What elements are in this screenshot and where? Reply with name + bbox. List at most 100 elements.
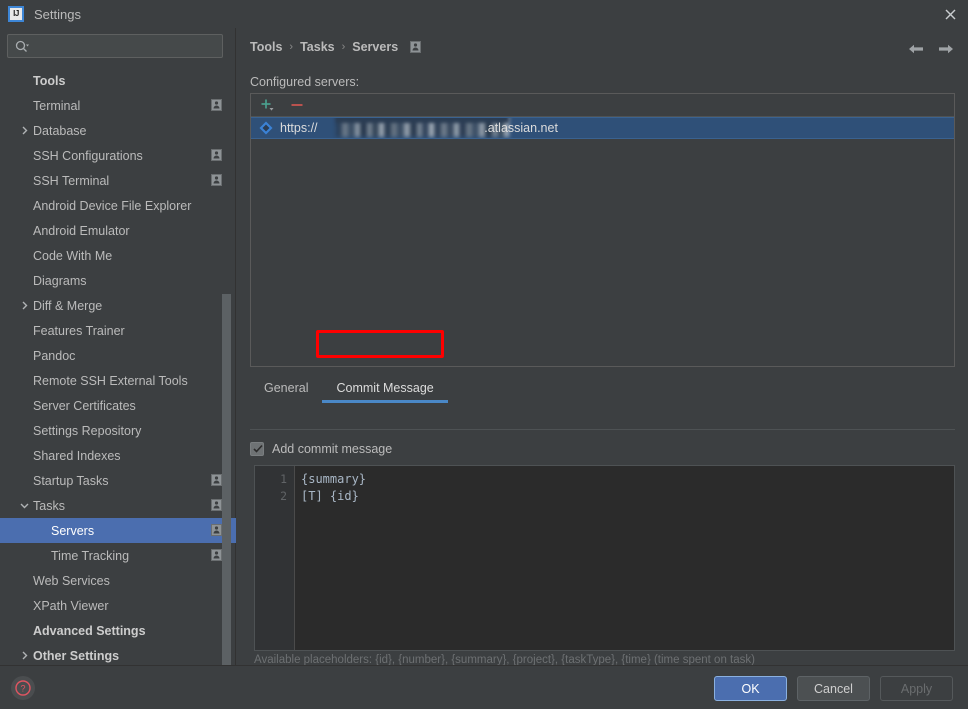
sidebar-item-settings-repository[interactable]: Settings Repository bbox=[0, 418, 236, 443]
sidebar-item-label: Other Settings bbox=[33, 648, 120, 663]
server-url-suffix: .atlassian.net bbox=[484, 121, 558, 135]
sidebar-item-startup-tasks[interactable]: Startup Tasks bbox=[0, 468, 236, 493]
tab-commit-message-label: Commit Message bbox=[336, 381, 434, 395]
add-commit-message-checkbox[interactable] bbox=[250, 442, 264, 456]
add-commit-message-label: Add commit message bbox=[272, 442, 393, 456]
sidebar-item-remote-ssh-external-tools[interactable]: Remote SSH External Tools bbox=[0, 368, 236, 393]
tab-commit-message[interactable]: Commit Message bbox=[322, 375, 448, 403]
project-settings-badge-icon bbox=[410, 41, 422, 53]
chevron-right-icon[interactable] bbox=[18, 124, 31, 137]
sidebar-item-pandoc[interactable]: Pandoc bbox=[0, 343, 236, 368]
sidebar-item-tasks[interactable]: Tasks bbox=[0, 493, 236, 518]
sidebar-item-label: Server Certificates bbox=[33, 398, 136, 413]
chevron-right-icon[interactable] bbox=[18, 649, 31, 662]
sidebar-item-web-services[interactable]: Web Services bbox=[0, 568, 236, 593]
breadcrumb-item-tools[interactable]: Tools bbox=[250, 40, 282, 54]
sidebar-item-time-tracking[interactable]: Time Tracking bbox=[0, 543, 236, 568]
sidebar-item-label: Shared Indexes bbox=[33, 448, 121, 463]
configured-servers-label: Configured servers: bbox=[250, 75, 360, 89]
add-commit-message-row[interactable]: Add commit message bbox=[250, 442, 392, 456]
remove-server-button[interactable] bbox=[288, 96, 306, 114]
arrow-left-icon[interactable] bbox=[906, 39, 926, 59]
editor-code-area[interactable]: {summary} [T] {id} bbox=[295, 466, 954, 650]
svg-text:?: ? bbox=[20, 684, 25, 694]
close-icon[interactable] bbox=[932, 0, 968, 28]
breadcrumb: Tools › Tasks › Servers bbox=[250, 40, 422, 54]
sidebar-item-diagrams[interactable]: Diagrams bbox=[0, 268, 236, 293]
project-settings-badge-icon bbox=[211, 474, 222, 486]
server-list-item[interactable]: https://XXXXXXXXXXXXXXXXXXXX.atlassian.n… bbox=[251, 117, 954, 139]
tabs-divider bbox=[250, 429, 955, 430]
server-url: https://XXXXXXXXXXXXXXXXXXXX.atlassian.n… bbox=[280, 121, 558, 135]
project-settings-badge-icon bbox=[211, 524, 222, 536]
sidebar-item-terminal[interactable]: Terminal bbox=[0, 93, 236, 118]
sidebar-item-label: XPath Viewer bbox=[33, 598, 109, 613]
servers-list-panel: https://XXXXXXXXXXXXXXXXXXXX.atlassian.n… bbox=[250, 93, 955, 367]
sidebar-item-advanced-settings[interactable]: Advanced Settings bbox=[0, 618, 236, 643]
sidebar-item-label: Remote SSH External Tools bbox=[33, 373, 188, 388]
add-server-button[interactable] bbox=[258, 96, 276, 114]
project-settings-badge-icon bbox=[211, 149, 222, 161]
ok-button[interactable]: OK bbox=[714, 676, 787, 701]
sidebar-item-diff-merge[interactable]: Diff & Merge bbox=[0, 293, 236, 318]
sidebar-item-label: Database bbox=[33, 123, 87, 138]
sidebar-item-xpath-viewer[interactable]: XPath Viewer bbox=[0, 593, 236, 618]
sidebar-item-label: Tools bbox=[33, 73, 66, 88]
chevron-down-icon[interactable] bbox=[18, 499, 31, 512]
sidebar-item-label: Tasks bbox=[33, 498, 65, 513]
navigation-arrows bbox=[906, 39, 956, 59]
sidebar-item-android-emulator[interactable]: Android Emulator bbox=[0, 218, 236, 243]
breadcrumb-item-tasks[interactable]: Tasks bbox=[300, 40, 335, 54]
sidebar-item-servers[interactable]: Servers bbox=[0, 518, 236, 543]
project-settings-badge-icon bbox=[211, 499, 222, 511]
breadcrumb-item-servers[interactable]: Servers bbox=[352, 40, 398, 54]
sidebar-item-label: Android Emulator bbox=[33, 223, 130, 238]
project-settings-badge-icon bbox=[211, 174, 222, 186]
apply-button[interactable]: Apply bbox=[880, 676, 953, 701]
line-number: 1 bbox=[280, 472, 287, 486]
search-icon[interactable] bbox=[14, 39, 30, 55]
servers-list[interactable]: https://XXXXXXXXXXXXXXXXXXXX.atlassian.n… bbox=[251, 117, 954, 139]
sidebar-item-code-with-me[interactable]: Code With Me bbox=[0, 243, 236, 268]
editor-gutter: 1 2 bbox=[255, 466, 295, 650]
sidebar-item-shared-indexes[interactable]: Shared Indexes bbox=[0, 443, 236, 468]
search-field-wrapper bbox=[7, 34, 223, 58]
sidebar-item-database[interactable]: Database bbox=[0, 118, 236, 143]
sidebar-item-server-certificates[interactable]: Server Certificates bbox=[0, 393, 236, 418]
sidebar-item-label: Android Device File Explorer bbox=[33, 198, 192, 213]
sidebar-item-label: Startup Tasks bbox=[33, 473, 109, 488]
sidebar-item-other-settings[interactable]: Other Settings bbox=[0, 643, 236, 665]
title-bar: IJ Settings bbox=[0, 0, 968, 28]
tab-general[interactable]: General bbox=[250, 375, 322, 401]
sidebar-item-features-trainer[interactable]: Features Trainer bbox=[0, 318, 236, 343]
commit-message-editor[interactable]: 1 2 {summary} [T] {id} bbox=[254, 465, 955, 651]
sidebar-scrollbar-track[interactable] bbox=[222, 68, 234, 665]
sidebar-item-label: SSH Terminal bbox=[33, 173, 110, 188]
project-settings-badge-icon bbox=[211, 99, 222, 111]
sidebar-item-label: Code With Me bbox=[33, 248, 113, 263]
help-question-icon[interactable]: ? bbox=[11, 676, 35, 700]
sidebar-item-android-device-file-explorer[interactable]: Android Device File Explorer bbox=[0, 193, 236, 218]
sidebar-item-ssh-terminal[interactable]: SSH Terminal bbox=[0, 168, 236, 193]
sidebar-item-label: Web Services bbox=[33, 573, 110, 588]
search-box[interactable] bbox=[7, 34, 223, 58]
sidebar-scrollbar-thumb[interactable] bbox=[222, 294, 231, 665]
tab-general-label: General bbox=[264, 381, 309, 395]
code-line: [T] {id} bbox=[301, 489, 359, 503]
servers-toolbar bbox=[251, 94, 954, 117]
cancel-button[interactable]: Cancel bbox=[797, 676, 870, 701]
settings-tree[interactable]: Tools Terminal Database SSH Configurations S… bbox=[0, 68, 236, 665]
code-line: {summary} bbox=[301, 472, 367, 486]
arrow-right-icon[interactable] bbox=[936, 39, 956, 59]
sidebar-item-label: SSH Configurations bbox=[33, 148, 143, 163]
window-title: Settings bbox=[34, 6, 81, 22]
line-number: 2 bbox=[280, 489, 287, 503]
sidebar-item-ssh-configurations[interactable]: SSH Configurations bbox=[0, 143, 236, 168]
sidebar-item-label: Features Trainer bbox=[33, 323, 125, 338]
sidebar-item-label: Diff & Merge bbox=[33, 298, 103, 313]
sidebar-item-tools[interactable]: Tools bbox=[0, 68, 236, 93]
settings-dialog: IJ Settings Tools Terminal Database SSH … bbox=[0, 0, 968, 709]
search-input[interactable] bbox=[34, 35, 218, 57]
breadcrumb-separator: › bbox=[341, 41, 346, 53]
chevron-right-icon[interactable] bbox=[18, 299, 31, 312]
